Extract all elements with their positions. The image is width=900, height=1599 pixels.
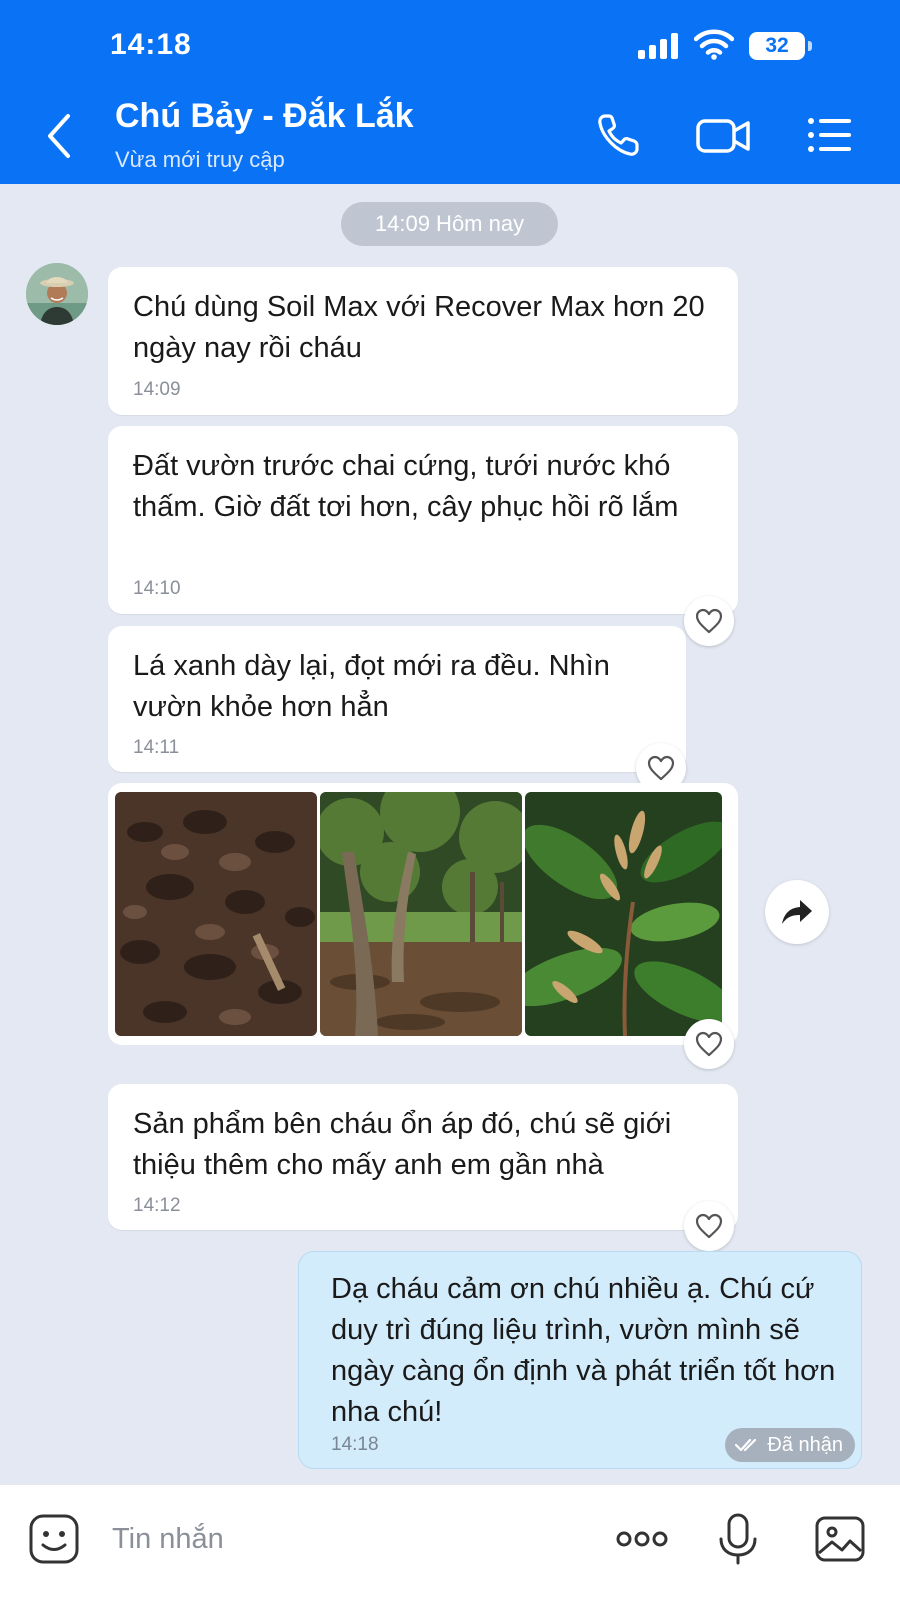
forward-arrow-icon bbox=[782, 900, 812, 924]
delivery-status-text: Đã nhận bbox=[767, 1434, 843, 1456]
message-text: Sản phẩm bên cháu ổn áp đó, chú sẽ giới … bbox=[133, 1108, 672, 1181]
wifi-icon bbox=[694, 29, 734, 60]
message-time: 14:10 bbox=[133, 578, 181, 599]
heart-reaction-button[interactable] bbox=[684, 1201, 734, 1251]
heart-reaction-button[interactable] bbox=[684, 596, 734, 646]
sticker-icon[interactable] bbox=[26, 1511, 82, 1567]
menu-list-icon[interactable] bbox=[803, 108, 857, 162]
message-text: Đất vườn trước chai cứng, tưới nước khó … bbox=[133, 450, 679, 523]
phone-icon[interactable] bbox=[592, 108, 646, 162]
more-icon[interactable] bbox=[612, 1511, 672, 1567]
outgoing-message-bubble[interactable]: Dạ cháu cảm ơn chú nhiều ạ. Chú cứ duy t… bbox=[298, 1251, 862, 1469]
delivery-status-badge: Đã nhận bbox=[725, 1428, 855, 1462]
message-bubble[interactable]: Chú dùng Soil Max với Recover Max hơn 20… bbox=[108, 267, 738, 415]
message-text: Dạ cháu cảm ơn chú nhiều ạ. Chú cứ duy t… bbox=[331, 1273, 836, 1428]
leaves-photo[interactable] bbox=[525, 792, 722, 1036]
date-divider: 14:09 Hôm nay bbox=[341, 202, 558, 246]
heart-reaction-button[interactable] bbox=[684, 1019, 734, 1069]
message-input-bar bbox=[0, 1484, 900, 1599]
double-check-icon bbox=[735, 1438, 757, 1452]
heart-icon bbox=[647, 755, 675, 781]
contact-status: Vừa mới truy cập bbox=[115, 147, 285, 172]
orchard-photo[interactable] bbox=[320, 792, 522, 1036]
photo-album-message[interactable] bbox=[108, 783, 738, 1045]
message-bubble[interactable]: Đất vườn trước chai cứng, tưới nước khó … bbox=[108, 426, 738, 614]
back-icon[interactable] bbox=[40, 108, 80, 164]
heart-icon bbox=[695, 608, 723, 634]
message-input[interactable] bbox=[112, 1511, 572, 1567]
share-forward-button[interactable] bbox=[765, 880, 829, 944]
heart-icon bbox=[695, 1213, 723, 1239]
heart-icon bbox=[695, 1031, 723, 1057]
battery-indicator: 32 bbox=[749, 32, 812, 60]
chat-header: 14:18 32 Chú Bảy - Đắk Lắk Vừa mới truy … bbox=[0, 0, 900, 184]
contact-name[interactable]: Chú Bảy - Đắk Lắk bbox=[115, 97, 414, 136]
message-time: 14:18 bbox=[331, 1434, 379, 1455]
status-time: 14:18 bbox=[110, 28, 192, 61]
message-bubble[interactable]: Lá xanh dày lại, đọt mới ra đều. Nhìn vư… bbox=[108, 626, 686, 772]
contact-avatar[interactable] bbox=[26, 263, 88, 325]
message-time: 14:12 bbox=[133, 1195, 181, 1216]
message-bubble[interactable]: Sản phẩm bên cháu ổn áp đó, chú sẽ giới … bbox=[108, 1084, 738, 1230]
message-time: 14:09 bbox=[133, 379, 181, 400]
message-text: Chú dùng Soil Max với Recover Max hơn 20… bbox=[133, 291, 705, 364]
microphone-icon[interactable] bbox=[710, 1511, 766, 1567]
video-call-icon[interactable] bbox=[694, 108, 754, 162]
message-time: 14:11 bbox=[133, 737, 180, 758]
soil-photo[interactable] bbox=[115, 792, 317, 1036]
image-icon[interactable] bbox=[812, 1511, 868, 1567]
cellular-signal-icon bbox=[638, 33, 680, 59]
message-text: Lá xanh dày lại, đọt mới ra đều. Nhìn vư… bbox=[133, 650, 610, 723]
